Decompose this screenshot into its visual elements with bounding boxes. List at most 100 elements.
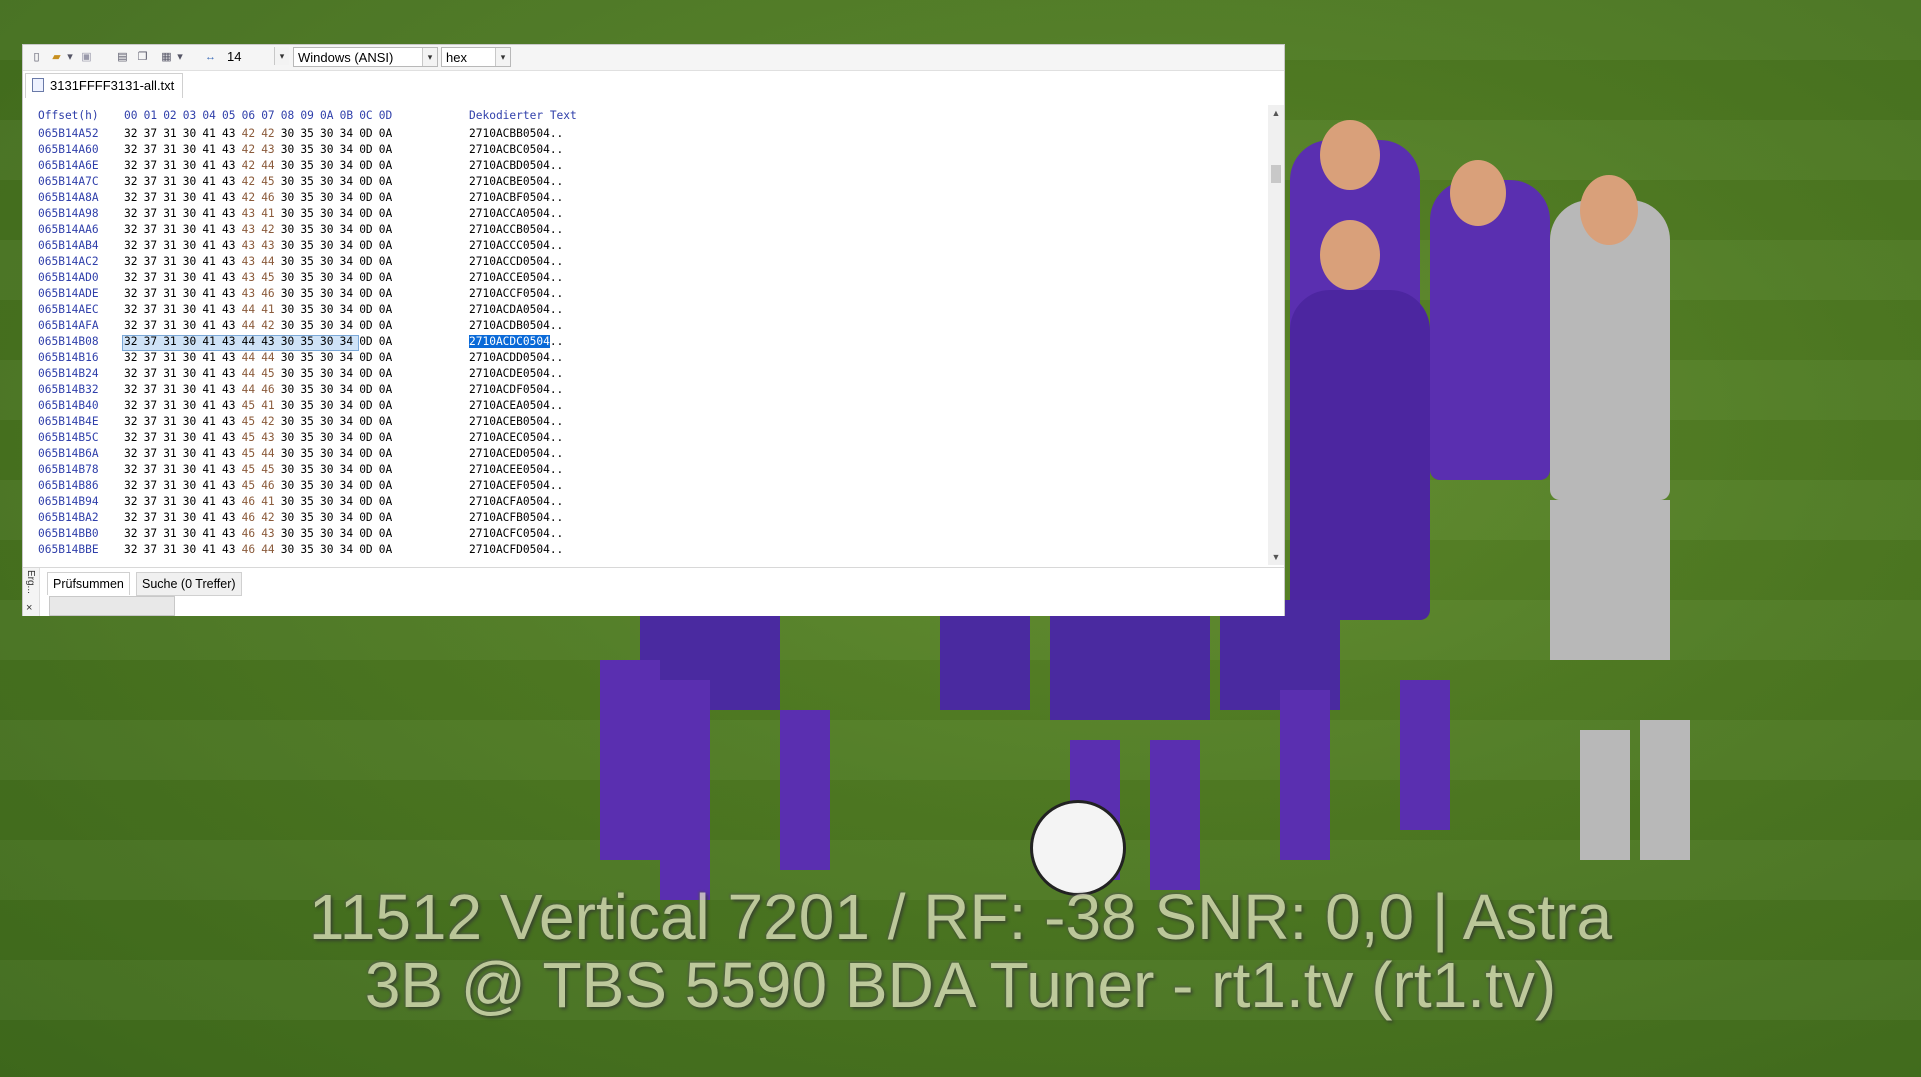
hex-byte[interactable]: 43 [242, 207, 262, 220]
hex-byte[interactable]: 43 [242, 239, 262, 252]
hex-byte[interactable]: 37 [144, 255, 164, 268]
hex-row[interactable]: 065B14B08 32 37 31 30 41 43 44 43 30 35 30 34 0D 0A 271… [23, 335, 1253, 351]
hex-byte[interactable]: 0D [359, 543, 379, 556]
hex-byte[interactable]: 30 [320, 543, 340, 556]
hex-byte[interactable]: 42 [242, 175, 262, 188]
hex-byte[interactable]: 41 [202, 255, 222, 268]
hex-byte[interactable]: 44 [242, 303, 262, 316]
hex-byte[interactable]: 0D [359, 191, 379, 204]
hex-byte[interactable]: 30 [281, 415, 301, 428]
hex-row[interactable]: 065B14AFA 32 37 31 30 41 43 44 42 30 35 30 34 0D 0A 271… [23, 319, 1253, 335]
hex-row[interactable]: 065B14BB0 32 37 31 30 41 43 46 43 30 35 30 34 0D 0A 271… [23, 527, 1253, 543]
hex-byte[interactable]: 30 [320, 367, 340, 380]
decoded-text[interactable]: 2710ACDE0504.. [469, 367, 563, 380]
hex-byte[interactable]: 44 [242, 319, 262, 332]
hex-byte[interactable]: 35 [300, 191, 320, 204]
hex-byte[interactable]: 30 [183, 191, 203, 204]
hex-byte[interactable]: 35 [300, 271, 320, 284]
hex-byte[interactable]: 41 [202, 335, 222, 348]
hex-byte[interactable]: 32 [124, 319, 144, 332]
hex-row[interactable]: 065B14BA2 32 37 31 30 41 43 46 42 30 35 30 34 0D 0A 271… [23, 511, 1253, 527]
hex-byte[interactable]: 30 [183, 175, 203, 188]
hex-byte[interactable]: 30 [320, 127, 340, 140]
hex-byte[interactable]: 31 [163, 271, 183, 284]
hex-row[interactable]: 065B14AA6 32 37 31 30 41 43 43 42 30 35 30 34 0D 0A 271… [23, 223, 1253, 239]
hex-byte[interactable]: 43 [261, 143, 281, 156]
hex-byte[interactable]: 31 [163, 367, 183, 380]
hex-byte[interactable]: 37 [144, 191, 164, 204]
hex-byte[interactable]: 43 [242, 271, 262, 284]
hex-byte[interactable]: 30 [281, 527, 301, 540]
hex-byte[interactable]: 42 [261, 223, 281, 236]
hex-byte[interactable]: 30 [183, 255, 203, 268]
hex-byte[interactable]: 31 [163, 207, 183, 220]
hex-byte[interactable]: 0A [379, 143, 399, 156]
hex-byte[interactable]: 30 [183, 127, 203, 140]
close-icon[interactable]: × [26, 602, 32, 614]
hex-byte[interactable]: 0A [379, 495, 399, 508]
hex-byte[interactable]: 0A [379, 431, 399, 444]
hex-byte[interactable]: 41 [202, 495, 222, 508]
hex-byte[interactable]: 0D [359, 399, 379, 412]
hex-byte[interactable]: 41 [202, 303, 222, 316]
hex-byte[interactable]: 30 [183, 335, 203, 348]
hex-byte[interactable]: 35 [300, 447, 320, 460]
hex-byte[interactable]: 37 [144, 495, 164, 508]
hex-byte[interactable]: 30 [281, 223, 301, 236]
decoded-text[interactable]: 2710ACED0504.. [469, 447, 563, 460]
hex-byte[interactable]: 35 [300, 399, 320, 412]
hex-byte[interactable]: 30 [281, 159, 301, 172]
hex-byte[interactable]: 31 [163, 223, 183, 236]
hex-byte[interactable]: 0A [379, 255, 399, 268]
hex-byte[interactable]: 43 [222, 447, 242, 460]
hex-byte[interactable]: 35 [300, 463, 320, 476]
hex-byte[interactable]: 31 [163, 127, 183, 140]
hex-byte[interactable]: 43 [222, 351, 242, 364]
hex-byte[interactable]: 31 [163, 495, 183, 508]
hex-byte[interactable]: 0D [359, 127, 379, 140]
hex-byte[interactable]: 0A [379, 463, 399, 476]
hex-byte[interactable]: 37 [144, 303, 164, 316]
decoded-text[interactable]: 2710ACBD0504.. [469, 159, 563, 172]
hex-byte[interactable]: 45 [242, 431, 262, 444]
hex-byte[interactable]: 31 [163, 479, 183, 492]
hex-byte[interactable]: 41 [202, 447, 222, 460]
hex-byte[interactable]: 35 [300, 527, 320, 540]
hex-byte[interactable]: 41 [202, 463, 222, 476]
hex-byte[interactable]: 34 [340, 415, 360, 428]
hex-byte[interactable]: 34 [340, 543, 360, 556]
hex-byte[interactable]: 0A [379, 335, 399, 348]
hex-byte[interactable]: 0A [379, 527, 399, 540]
hex-byte[interactable]: 35 [300, 431, 320, 444]
hex-byte[interactable]: 42 [261, 319, 281, 332]
tab-search[interactable]: Suche (0 Treffer) [136, 572, 242, 596]
hex-byte[interactable]: 0A [379, 415, 399, 428]
hex-byte[interactable]: 0D [359, 351, 379, 364]
hex-byte[interactable]: 30 [183, 271, 203, 284]
hex-byte[interactable]: 45 [242, 463, 262, 476]
hex-byte[interactable]: 44 [242, 351, 262, 364]
hex-byte[interactable]: 43 [222, 303, 242, 316]
hex-byte[interactable]: 35 [300, 351, 320, 364]
hex-byte[interactable]: 0D [359, 319, 379, 332]
hex-byte[interactable]: 32 [124, 271, 144, 284]
hex-byte[interactable]: 41 [202, 287, 222, 300]
hex-byte[interactable]: 34 [340, 287, 360, 300]
hex-byte[interactable]: 32 [124, 255, 144, 268]
hex-byte[interactable]: 30 [320, 415, 340, 428]
hex-byte[interactable]: 35 [300, 511, 320, 524]
hex-byte[interactable]: 32 [124, 463, 144, 476]
hex-byte[interactable]: 41 [202, 207, 222, 220]
file-tab[interactable]: 3131FFFF3131-all.txt [25, 73, 184, 98]
hex-byte[interactable]: 0A [379, 303, 399, 316]
decoded-text[interactable]: 2710ACDA0504.. [469, 303, 563, 316]
hex-byte[interactable]: 43 [222, 143, 242, 156]
hex-byte[interactable]: 32 [124, 479, 144, 492]
hex-row[interactable]: 065B14B86 32 37 31 30 41 43 45 46 30 35 30 34 0D 0A 271… [23, 479, 1253, 495]
hex-byte[interactable]: 42 [261, 127, 281, 140]
hex-row[interactable]: 065B14B16 32 37 31 30 41 43 44 44 30 35 30 34 0D 0A 271… [23, 351, 1253, 367]
hex-byte[interactable]: 0A [379, 175, 399, 188]
hex-byte[interactable]: 34 [340, 367, 360, 380]
hex-byte[interactable]: 37 [144, 271, 164, 284]
hex-byte[interactable]: 42 [242, 191, 262, 204]
